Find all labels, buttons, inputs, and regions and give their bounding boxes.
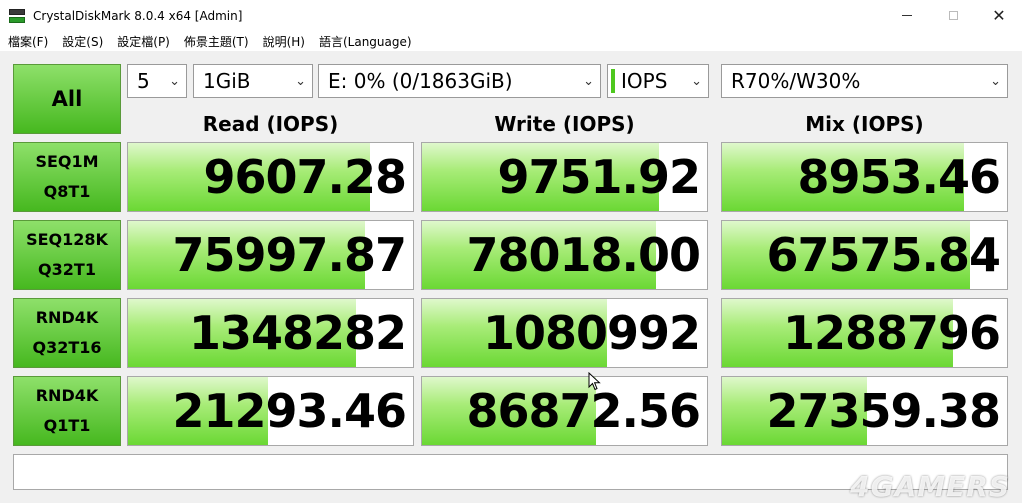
menu-help[interactable]: 說明(H) [255,33,311,50]
result-cell-read: 21293.46 [127,376,414,446]
menu-settings[interactable]: 設定(S) [54,33,109,50]
menu-profile[interactable]: 設定檔(P) [109,33,176,50]
seq128k-q32t1-button[interactable]: SEQ128K Q32T1 [13,220,121,290]
result-value: 67575.84 [766,228,1001,282]
test-count-value: 5 [137,69,150,93]
unit-accent-bar [611,69,615,93]
maximize-button[interactable] [930,0,976,31]
result-value: 9607.28 [203,150,407,204]
drive-value: E: 0% (0/1863GiB) [328,69,513,93]
window-controls: ✕ [884,0,1022,31]
result-value: 75997.87 [172,228,407,282]
watermark-logo: 4GAMERS [850,470,1010,503]
test-size-value: 1GiB [203,69,251,93]
result-value: 27359.38 [766,384,1001,438]
result-cell-read: 1348282 [127,298,414,368]
maximize-icon [948,11,958,20]
test-params: Q8T1 [43,182,91,201]
test-name: SEQ128K [26,230,108,249]
minimize-button[interactable] [884,0,930,31]
result-cell-mix: 1288796 [721,298,1008,368]
menu-language[interactable]: 語言(Language) [311,33,418,50]
test-count-select[interactable]: 5 ⌄ [127,64,187,98]
test-params: Q32T16 [32,338,102,357]
result-value: 1288796 [782,306,1001,360]
chevron-down-icon: ⌄ [295,74,306,89]
window-title: CrystalDiskMark 8.0.4 x64 [Admin] [33,8,243,23]
result-cell-read: 75997.87 [127,220,414,290]
minimize-icon [902,15,912,16]
close-icon: ✕ [992,5,1006,25]
menu-theme[interactable]: 佈景主題(T) [176,33,255,50]
test-name: RND4K [35,308,99,327]
title-bar: CrystalDiskMark 8.0.4 x64 [Admin] ✕ [0,0,1022,31]
result-cell-mix: 8953.46 [721,142,1008,212]
chevron-down-icon: ⌄ [990,74,1001,89]
result-value: 8953.46 [797,150,1001,204]
result-cell-write: 1080992 [421,298,708,368]
crystaldiskmark-app-icon [9,8,25,24]
result-value: 9751.92 [497,150,701,204]
chevron-down-icon: ⌄ [691,74,702,89]
unit-select[interactable]: IOPS ⌄ [607,64,709,98]
test-size-select[interactable]: 1GiB ⌄ [193,64,313,98]
result-cell-mix: 27359.38 [721,376,1008,446]
mix-ratio-value: R70%/W30% [731,69,861,93]
chevron-down-icon: ⌄ [583,74,594,89]
seq1m-q8t1-button[interactable]: SEQ1M Q8T1 [13,142,121,212]
result-cell-write: 9751.92 [421,142,708,212]
read-column-header: Read (IOPS) [202,112,339,136]
result-cell-mix: 67575.84 [721,220,1008,290]
result-value: 78018.00 [466,228,701,282]
result-cell-write: 78018.00 [421,220,708,290]
mix-ratio-select[interactable]: R70%/W30% ⌄ [721,64,1008,98]
menu-bar: 檔案(F) 設定(S) 設定檔(P) 佈景主題(T) 說明(H) 語言(Lang… [0,31,1022,51]
menu-file[interactable]: 檔案(F) [0,33,54,50]
write-column-header: Write (IOPS) [494,112,635,136]
test-params: Q32T1 [38,260,96,279]
result-value: 86872.56 [466,384,701,438]
result-value: 1348282 [188,306,407,360]
run-all-button[interactable]: All [13,64,121,134]
rnd4k-q1t1-button[interactable]: RND4K Q1T1 [13,376,121,446]
result-cell-write: 86872.56 [421,376,708,446]
close-button[interactable]: ✕ [976,0,1022,31]
test-name: SEQ1M [35,152,99,171]
result-cell-read: 9607.28 [127,142,414,212]
mix-column-header: Mix (IOPS) [805,112,924,136]
test-name: RND4K [35,386,99,405]
result-value: 21293.46 [172,384,407,438]
chevron-down-icon: ⌄ [169,74,180,89]
unit-value: IOPS [621,69,668,93]
drive-select[interactable]: E: 0% (0/1863GiB) ⌄ [318,64,601,98]
test-params: Q1T1 [43,416,91,435]
mouse-cursor-icon [588,372,601,391]
rnd4k-q32t16-button[interactable]: RND4K Q32T16 [13,298,121,368]
result-value: 1080992 [482,306,701,360]
